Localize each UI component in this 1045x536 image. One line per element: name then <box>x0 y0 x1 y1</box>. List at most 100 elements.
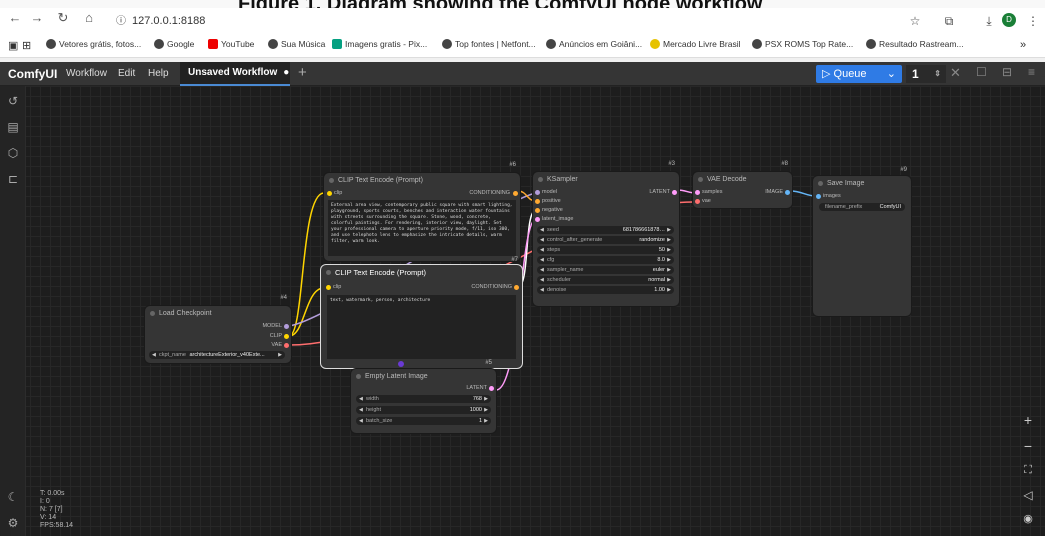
arrow-left-icon[interactable]: ◀ <box>359 406 363 414</box>
height-widget[interactable]: ◀ height 1000 ▶ <box>356 406 491 414</box>
node-clip-text-encode-positive[interactable]: #6 CLIP Text Encode (Prompt) clip CONDIT… <box>324 162 520 261</box>
input-dot-images[interactable] <box>816 194 821 199</box>
sampler-name-widget[interactable]: ◀ sampler_name euler ▶ <box>537 266 674 274</box>
input-label: model <box>542 189 557 195</box>
visibility-eye-icon[interactable]: ◉ <box>1020 512 1036 525</box>
select-mode-icon[interactable]: ◁ <box>1020 488 1036 502</box>
input-dot-negative[interactable] <box>535 208 540 213</box>
widget-value: 1.00 <box>654 287 665 293</box>
node-save-image[interactable]: #9 Save Image images filename_prefix Comf… <box>813 167 911 316</box>
ckpt-name-combo[interactable]: ◀ ckpt_name architectureExterior_v40Exte… <box>149 351 285 359</box>
node-title[interactable]: CLIP Text Encode (Prompt) <box>324 173 520 188</box>
arrow-right-icon[interactable]: ▶ <box>484 395 488 403</box>
input-dot-model[interactable] <box>535 190 540 195</box>
arrow-right-icon[interactable]: ▶ <box>278 351 282 359</box>
input-dot-samples[interactable] <box>695 190 700 195</box>
arrow-left-icon[interactable]: ◀ <box>540 286 544 294</box>
widget-label: denoise <box>547 287 567 293</box>
input-dot-latent[interactable] <box>535 217 540 222</box>
prompt-textarea[interactable]: text, watermark, person, architecture <box>327 295 516 359</box>
input-label: clip <box>333 284 342 290</box>
node-ksampler[interactable]: #3 KSampler model positive negative late… <box>533 161 679 306</box>
arrow-left-icon[interactable]: ◀ <box>540 236 544 244</box>
arrow-right-icon[interactable]: ▶ <box>667 266 671 274</box>
canvas-zoom-controls: + − ⛶ ◁ ◉ <box>1014 410 1042 536</box>
output-dot-model[interactable] <box>284 324 289 329</box>
arrow-left-icon[interactable]: ◀ <box>540 266 544 274</box>
widget-label: height <box>366 407 381 413</box>
scheduler-widget[interactable]: ◀ scheduler normal ▶ <box>537 276 674 284</box>
output-label: CONDITIONING <box>469 190 510 196</box>
widget-value: euler <box>652 267 665 273</box>
batch-size-widget[interactable]: ◀ batch_size 1 ▶ <box>356 417 491 425</box>
arrow-right-icon[interactable]: ▶ <box>667 256 671 264</box>
node-empty-latent-image[interactable]: Empty Latent Image #5 LATENT ◀ width 768 ▶ … <box>351 360 496 433</box>
output-label: LATENT <box>649 189 670 195</box>
arrow-right-icon[interactable]: ▶ <box>667 226 671 234</box>
output-label: CONDITIONING <box>471 284 512 290</box>
output-label-vae: VAE <box>271 342 282 348</box>
output-dot[interactable] <box>489 386 494 391</box>
arrow-right-icon[interactable]: ▶ <box>667 276 671 284</box>
arrow-right-icon[interactable]: ▶ <box>667 286 671 294</box>
output-dot-clip[interactable] <box>284 334 289 339</box>
stat-v: V: 14 <box>40 514 57 521</box>
zoom-out-icon[interactable]: − <box>1020 438 1036 454</box>
filename-prefix-field[interactable]: filename_prefix ComfyUI <box>819 203 905 211</box>
steps-widget[interactable]: ◀ steps 50 ▶ <box>537 246 674 254</box>
cfg-widget[interactable]: ◀ cfg 8.0 ▶ <box>537 256 674 264</box>
arrow-right-icon[interactable]: ▶ <box>667 246 671 254</box>
node-title[interactable]: Save Image <box>813 176 911 191</box>
arrow-left-icon[interactable]: ◀ <box>359 417 363 425</box>
node-title[interactable]: KSampler <box>533 172 679 187</box>
output-label-model: MODEL <box>262 323 282 329</box>
node-title[interactable]: CLIP Text Encode (Prompt) <box>321 265 522 280</box>
stat-nodes: N: 7 [7] <box>40 506 63 513</box>
zoom-in-icon[interactable]: + <box>1020 412 1036 428</box>
arrow-left-icon[interactable]: ◀ <box>152 351 156 359</box>
fit-view-icon[interactable]: ⛶ <box>1020 464 1036 477</box>
seed-widget[interactable]: ◀ seed 681786661878… ▶ <box>537 226 674 234</box>
arrow-left-icon[interactable]: ◀ <box>540 246 544 254</box>
node-id: #5 <box>485 360 492 366</box>
input-dot-positive[interactable] <box>535 199 540 204</box>
arrow-right-icon[interactable]: ▶ <box>484 417 488 425</box>
node-id: #6 <box>509 162 516 168</box>
arrow-left-icon[interactable]: ◀ <box>540 256 544 264</box>
widget-label: control_after_generate <box>547 237 603 243</box>
node-title[interactable]: VAE Decode <box>693 172 792 187</box>
node-load-checkpoint[interactable]: #4 Load Checkpoint MODEL CLIP VAE ◀ ckpt… <box>145 295 291 363</box>
widget-value: architectureExterior_v40Exte... <box>189 352 265 358</box>
output-dot[interactable] <box>513 191 518 196</box>
output-dot-vae[interactable] <box>284 343 289 348</box>
output-dot[interactable] <box>514 285 519 290</box>
arrow-left-icon[interactable]: ◀ <box>540 226 544 234</box>
output-dot[interactable] <box>785 190 790 195</box>
widget-label: steps <box>547 247 561 253</box>
widget-label: sampler_name <box>547 267 584 273</box>
widget-value: 681786661878… <box>622 227 665 233</box>
input-dot-vae[interactable] <box>695 199 700 204</box>
resize-handle-icon[interactable] <box>398 361 404 367</box>
control-after-generate-widget[interactable]: ◀ control_after_generate randomize ▶ <box>537 236 674 244</box>
input-dot[interactable] <box>327 191 332 196</box>
widget-label: width <box>366 396 379 402</box>
stat-i: I: 0 <box>40 498 50 505</box>
arrow-left-icon[interactable]: ◀ <box>359 395 363 403</box>
input-dot[interactable] <box>326 285 331 290</box>
stat-fps: FPS:58.14 <box>40 522 74 529</box>
input-label: images <box>823 193 841 199</box>
arrow-right-icon[interactable]: ▶ <box>667 236 671 244</box>
node-title[interactable]: Load Checkpoint <box>145 306 291 321</box>
prompt-textarea[interactable]: External area view, contemporary public … <box>328 200 516 256</box>
output-dot[interactable] <box>672 190 677 195</box>
node-title[interactable]: Empty Latent Image <box>351 369 496 384</box>
node-id: #9 <box>900 167 907 173</box>
arrow-left-icon[interactable]: ◀ <box>540 276 544 284</box>
node-clip-text-encode-negative[interactable]: #7 CLIP Text Encode (Prompt) clip CONDIT… <box>321 257 522 368</box>
width-widget[interactable]: ◀ width 768 ▶ <box>356 395 491 403</box>
arrow-right-icon[interactable]: ▶ <box>484 406 488 414</box>
node-vae-decode[interactable]: #8 VAE Decode samples vae IMAGE <box>693 161 792 208</box>
denoise-widget[interactable]: ◀ denoise 1.00 ▶ <box>537 286 674 294</box>
output-label: IMAGE <box>765 189 783 195</box>
